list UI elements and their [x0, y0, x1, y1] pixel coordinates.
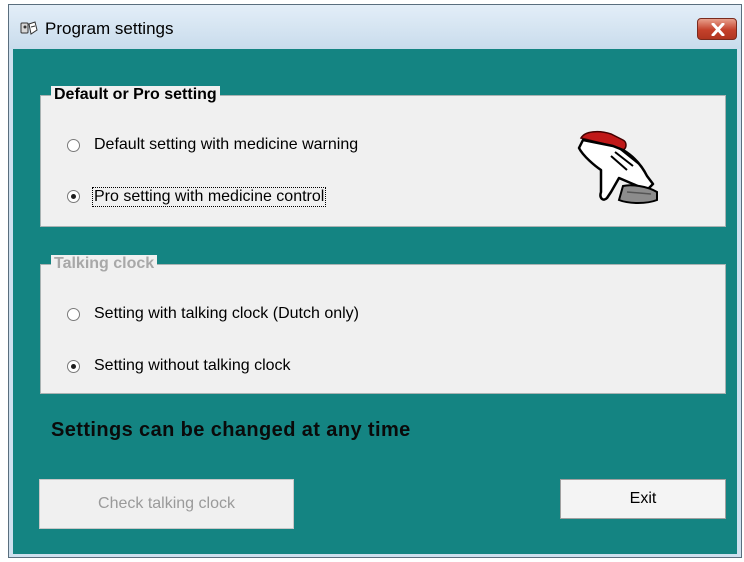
- close-button[interactable]: [697, 18, 737, 40]
- radio-button[interactable]: [67, 360, 80, 373]
- radio-label: Setting without talking clock: [94, 357, 291, 374]
- window-title: Program settings: [45, 19, 174, 38]
- radio-button[interactable]: [67, 308, 80, 321]
- mode-group-legend: Default or Pro setting: [51, 86, 220, 104]
- info-message: Settings can be changed at any time: [51, 419, 411, 441]
- mode-group: Default or Pro setting Default setting w…: [40, 86, 726, 227]
- clock-group-legend: Talking clock: [51, 255, 158, 273]
- app-icon: [20, 21, 38, 35]
- title-bar[interactable]: Program settings: [9, 5, 741, 49]
- exit-button[interactable]: Exit: [560, 479, 726, 519]
- radio-label: Setting with talking clock (Dutch only): [94, 305, 359, 322]
- check-talking-clock-button[interactable]: Check talking clock: [39, 479, 294, 529]
- radio-label: Pro setting with medicine control: [92, 187, 327, 207]
- clock-group: Talking clock Setting with talking clock…: [40, 255, 726, 394]
- close-icon: [711, 23, 725, 36]
- radio-button[interactable]: [67, 139, 80, 152]
- settings-window: Program settings Default or Pro setting …: [8, 4, 742, 558]
- dialog-client-area: Default or Pro setting Default setting w…: [13, 49, 737, 554]
- radio-label: Default setting with medicine warning: [94, 136, 359, 153]
- radio-button[interactable]: [67, 190, 80, 203]
- hand-pointer-icon: [577, 130, 658, 204]
